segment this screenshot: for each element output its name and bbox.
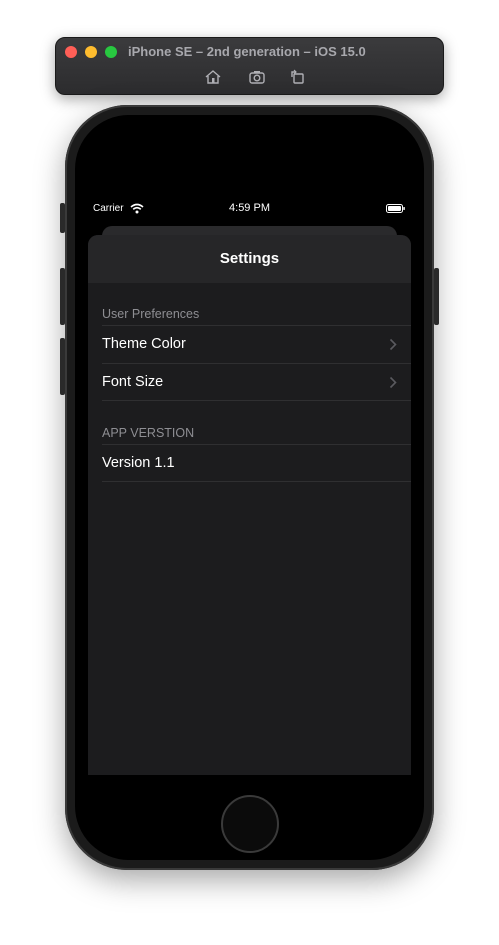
zoom-window-button[interactable]: [105, 46, 117, 58]
settings-row-version: Version 1.1: [102, 444, 411, 482]
chevron-right-icon: [389, 376, 397, 389]
phone-screen: Carrier 4:59 PM Settings User Preference…: [88, 197, 411, 775]
status-bar: Carrier 4:59 PM: [88, 197, 411, 221]
simulator-window-bar: iPhone SE – 2nd generation – iOS 15.0: [55, 37, 444, 95]
simulator-title: iPhone SE – 2nd generation – iOS 15.0: [128, 44, 366, 59]
settings-row-font-size[interactable]: Font Size: [102, 363, 411, 401]
settings-row-theme-color[interactable]: Theme Color: [102, 325, 411, 363]
section-header-app-version: APP VERSTION: [102, 426, 195, 440]
volume-up-button: [60, 268, 65, 325]
volume-down-button: [60, 338, 65, 395]
power-button: [434, 268, 439, 325]
row-label: Font Size: [102, 374, 164, 390]
page-title: Settings: [219, 250, 280, 267]
home-icon[interactable]: [204, 68, 222, 86]
rotate-icon[interactable]: [288, 68, 306, 86]
row-label: Theme Color: [102, 336, 186, 352]
section-header-user-preferences: User Preferences: [102, 307, 200, 321]
minimize-window-button[interactable]: [85, 46, 97, 58]
status-time: 4:59 PM: [229, 202, 270, 214]
mute-switch: [60, 203, 65, 233]
version-label: Version 1.1: [102, 455, 175, 471]
screenshot-icon[interactable]: [248, 68, 266, 86]
stage: iPhone SE – 2nd generation – iOS 15.0 Ca…: [0, 0, 499, 945]
settings-sheet: Settings User Preferences Theme Color Fo…: [88, 235, 411, 775]
chevron-right-icon: [389, 338, 397, 351]
home-button[interactable]: [221, 795, 279, 853]
navigation-bar: Settings: [88, 235, 411, 283]
battery-icon: [386, 204, 405, 213]
close-window-button[interactable]: [65, 46, 77, 58]
